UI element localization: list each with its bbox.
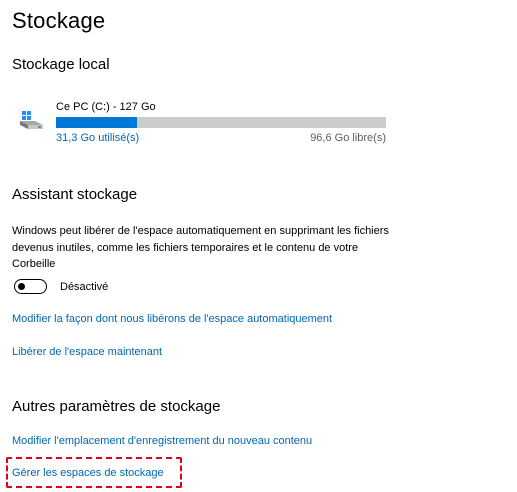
toggle-knob [18, 282, 25, 290]
change-cleanup-link[interactable]: Modifier la façon dont nous libérons de … [12, 313, 332, 325]
local-storage-heading: Stockage local [12, 56, 110, 73]
highlight-box [6, 457, 182, 488]
storage-sense-heading: Assistant stockage [12, 186, 138, 203]
storage-sense-description: Windows peut libérer de l'espace automat… [12, 225, 389, 270]
storage-usage-fill [56, 117, 138, 128]
storage-sense-toggle[interactable] [14, 279, 47, 294]
other-settings-heading: Autres paramètres de stockage [12, 398, 221, 415]
storage-usage-bar[interactable] [56, 117, 386, 128]
free-space-label: 96,6 Go libre(s) [310, 132, 386, 144]
page-title: Stockage [12, 8, 106, 33]
free-space-now-link[interactable]: Libérer de l'espace maintenant [12, 346, 162, 358]
drive-name[interactable]: Ce PC (C:) - 127 Go [56, 101, 156, 113]
change-save-location-link[interactable]: Modifier l'emplacement d'enregistrement … [12, 435, 312, 447]
drive-icon [17, 109, 45, 131]
toggle-state-label: Désactivé [60, 281, 109, 293]
